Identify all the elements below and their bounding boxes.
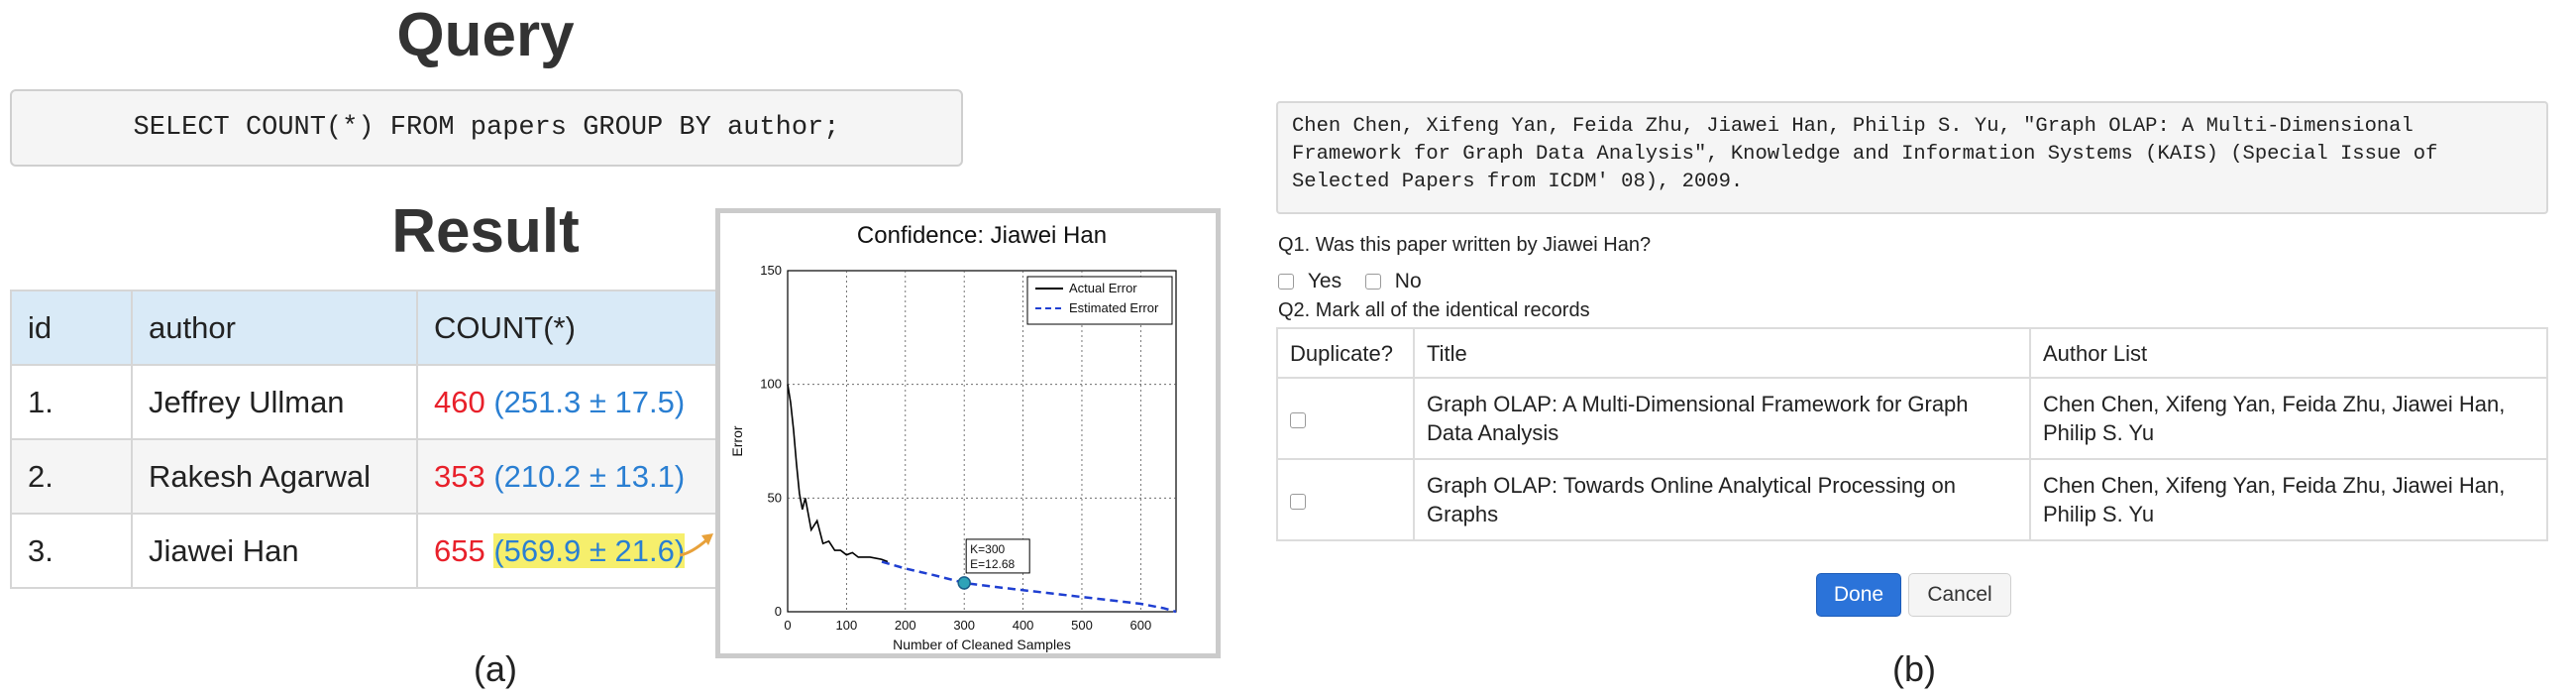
- annotation-text: E=12.68: [970, 557, 1015, 571]
- y-tick-label: 50: [768, 490, 782, 505]
- query-heading: Query: [396, 1, 575, 69]
- question-2: Q2. Mark all of the identical records: [1278, 299, 1590, 321]
- no-label: No: [1394, 270, 1422, 292]
- x-tick-label: 400: [1013, 618, 1034, 633]
- duplicate-checkbox[interactable]: [1290, 493, 1306, 510]
- result-table: id author COUNT(*) 1. Jeffrey Ullman 460…: [10, 290, 737, 589]
- column-header-duplicate: Duplicate?: [1276, 327, 1415, 379]
- column-header-author: author: [131, 290, 418, 366]
- x-axis-label: Number of Cleaned Samples: [893, 637, 1071, 652]
- row-id: 2.: [10, 438, 133, 515]
- record-title: Graph OLAP: Towards Online Analytical Pr…: [1413, 458, 2031, 541]
- count-value: 353: [434, 458, 485, 494]
- cancel-button[interactable]: Cancel: [1908, 573, 2011, 617]
- row-author: Jeffrey Ullman: [131, 364, 418, 440]
- yes-label: Yes: [1307, 270, 1342, 292]
- pointer-arrow-icon: [679, 533, 713, 557]
- done-button[interactable]: Done: [1816, 573, 1901, 617]
- y-tick-label: 100: [760, 377, 782, 392]
- duplicate-cell: [1276, 377, 1415, 460]
- record-authors: Chen Chen, Xifeng Yan, Feida Zhu, Jiawei…: [2029, 377, 2548, 460]
- done-label: Done: [1833, 583, 1884, 606]
- legend-label: Actual Error: [1069, 281, 1137, 295]
- table-row: Graph OLAP: Towards Online Analytical Pr…: [1276, 458, 2548, 541]
- result-table-header-row: id author COUNT(*): [10, 290, 737, 366]
- count-value: 655: [434, 532, 485, 568]
- table-row: 2. Rakesh Agarwal 353 (210.2 ± 13.1): [10, 438, 737, 515]
- duplicate-cell: [1276, 458, 1415, 541]
- q1-options: Yes No: [1278, 270, 1422, 293]
- x-tick-label: 100: [836, 618, 858, 633]
- y-tick-label: 150: [760, 263, 782, 278]
- no-checkbox[interactable]: [1364, 274, 1381, 291]
- column-header-title: Title: [1413, 327, 2031, 379]
- caption-b: (b): [1892, 648, 1936, 689]
- row-id: 1.: [10, 364, 133, 440]
- question-1: Q1. Was this paper written by Jiawei Han…: [1278, 234, 1652, 256]
- count-value: 460: [434, 384, 485, 419]
- row-count-cell: 353 (210.2 ± 13.1): [416, 438, 737, 515]
- result-heading: Result: [391, 197, 580, 266]
- duplicate-table-header-row: Duplicate? Title Author List: [1276, 327, 2548, 379]
- x-tick-label: 300: [953, 618, 975, 633]
- sql-query-box: SELECT COUNT(*) FROM papers GROUP BY aut…: [10, 89, 963, 167]
- legend-label: Estimated Error: [1069, 300, 1159, 315]
- row-author: Rakesh Agarwal: [131, 438, 418, 515]
- column-header-author-list: Author List: [2029, 327, 2548, 379]
- confidence-chart: Confidence: Jiawei Han0 100 200 300 400 500 60…: [729, 222, 1177, 652]
- estimate-value[interactable]: (251.3 ± 17.5): [493, 385, 685, 419]
- row-id: 3.: [10, 513, 133, 589]
- table-row: 1. Jeffrey Ullman 460 (251.3 ± 17.5): [10, 364, 737, 440]
- sql-query-text: SELECT COUNT(*) FROM papers GROUP BY aut…: [133, 113, 840, 143]
- row-author: Jiawei Han: [131, 513, 418, 589]
- confidence-plot-panel: Confidence: Jiawei Han 0 100 200 300 400 500 60…: [715, 208, 1221, 658]
- duplicate-records-table: Duplicate? Title Author List Graph OLAP:…: [1276, 327, 2548, 541]
- x-tick-label: 200: [895, 618, 916, 633]
- row-count-cell: 460 (251.3 ± 17.5): [416, 364, 737, 440]
- estimate-value-highlighted[interactable]: (569.9 ± 21.6): [493, 532, 686, 568]
- annotation-text: K=300: [970, 542, 1005, 556]
- caption-a: (a): [474, 648, 517, 689]
- cancel-label: Cancel: [1927, 583, 1992, 606]
- table-row: 3. Jiawei Han 655 (569.9 ± 21.6): [10, 513, 737, 589]
- duplicate-checkbox[interactable]: [1290, 411, 1306, 428]
- record-title: Graph OLAP: A Multi-Dimensional Framewor…: [1413, 377, 2031, 460]
- record-authors: Chen Chen, Xifeng Yan, Feida Zhu, Jiawei…: [2029, 458, 2548, 541]
- column-header-count: COUNT(*): [416, 290, 737, 366]
- x-tick-label: 0: [784, 618, 791, 633]
- citation-box: Chen Chen, Xifeng Yan, Feida Zhu, Jiawei…: [1276, 101, 2548, 214]
- annotation-point: [957, 576, 971, 590]
- y-axis-label: Error: [729, 425, 745, 456]
- x-tick-label: 500: [1071, 618, 1093, 633]
- y-tick-label: 0: [775, 604, 782, 619]
- estimate-value[interactable]: (210.2 ± 13.1): [493, 459, 685, 494]
- citation-text: Chen Chen, Xifeng Yan, Feida Zhu, Jiawei…: [1292, 115, 2438, 193]
- x-tick-label: 600: [1130, 618, 1152, 633]
- column-header-id: id: [10, 290, 133, 366]
- table-row: Graph OLAP: A Multi-Dimensional Framewor…: [1276, 377, 2548, 460]
- yes-checkbox[interactable]: [1278, 274, 1294, 291]
- chart-title: Confidence: Jiawei Han: [857, 222, 1107, 249]
